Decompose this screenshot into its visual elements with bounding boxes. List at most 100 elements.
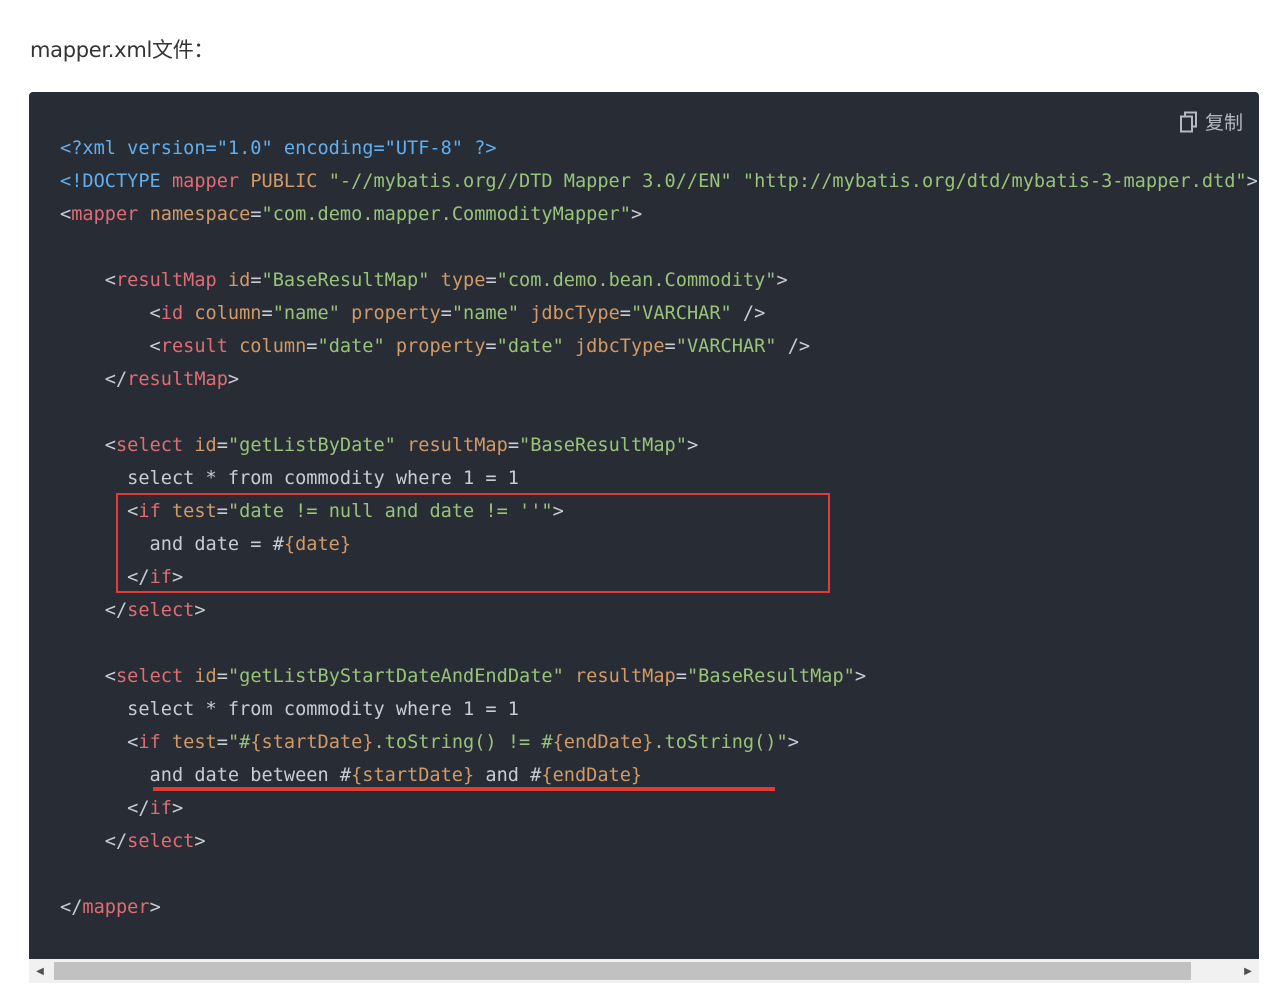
- code-token-tag: mapper: [82, 897, 150, 918]
- code-token-punct: =: [306, 336, 318, 357]
- code-token-text: and date between #: [60, 765, 352, 786]
- code-token-tag: mapper: [71, 204, 139, 225]
- code-scroll-area[interactable]: <?xml version="1.0" encoding="UTF-8" ?> <…: [29, 92, 1259, 959]
- copy-button[interactable]: 复制: [1179, 108, 1243, 135]
- code-token-punct: <: [60, 303, 161, 324]
- code-token-str: "name": [272, 303, 340, 324]
- code-token-tag: if: [138, 732, 161, 753]
- code-line: </resultMap>: [60, 363, 1258, 396]
- intro-text: mapper.xml文件：: [30, 38, 215, 62]
- code-token-str: "getListByDate": [227, 435, 396, 456]
- code-block: <?xml version="1.0" encoding="UTF-8" ?> <…: [29, 92, 1259, 959]
- code-token-str: "name": [451, 303, 520, 324]
- code-token-str: "VARCHAR": [675, 336, 777, 357]
- code-content: <?xml version="1.0" encoding="UTF-8" ?> <…: [60, 132, 1258, 924]
- code-token-tag: mapper: [171, 171, 240, 192]
- code-line: and date between #{startDate} and #{endD…: [60, 759, 1258, 792]
- code-line: <if test="#{startDate}.toString() != #{e…: [60, 726, 1258, 759]
- code-token-expr: {endDate}: [541, 765, 643, 786]
- code-token-str: "VARCHAR": [630, 303, 732, 324]
- code-token-tag: select: [127, 831, 195, 852]
- code-token-expr: {date}: [283, 534, 352, 555]
- code-token-str: "com.demo.bean.Commodity": [496, 270, 777, 291]
- code-line: <select id="getListByDate" resultMap="Ba…: [60, 429, 1258, 462]
- code-line: </if>: [60, 561, 1258, 594]
- scroll-left-arrow-icon[interactable]: ◀: [29, 959, 51, 983]
- code-token-punct: />: [731, 303, 766, 324]
- scrollbar-thumb[interactable]: [54, 962, 1191, 980]
- code-token-str: "date != null and date != ''": [227, 501, 553, 522]
- code-line: <if test="date != null and date != ''">: [60, 495, 1258, 528]
- code-token-attr: PUBLIC: [239, 171, 329, 192]
- code-token-str: .toString()": [653, 732, 788, 753]
- code-token-punct: =: [664, 336, 676, 357]
- code-token-str: "date": [317, 336, 385, 357]
- code-token-punct: =: [216, 435, 228, 456]
- code-token-punct: >: [149, 897, 161, 918]
- code-line: ​: [60, 627, 1258, 660]
- code-token-punct: <: [60, 732, 139, 753]
- code-line: ​: [60, 231, 1258, 264]
- code-line: </mapper>: [60, 891, 1258, 924]
- code-token-tag: select: [115, 666, 184, 687]
- code-token-expr: {endDate}: [552, 732, 654, 753]
- code-token-punct: </: [60, 600, 128, 621]
- code-line: <id column="name" property="name" jdbcTy…: [60, 297, 1258, 330]
- code-token-punct: >: [227, 369, 240, 390]
- code-token-attr: property: [339, 303, 441, 324]
- code-token-tag: result: [160, 336, 228, 357]
- code-token-punct: >: [194, 831, 206, 852]
- code-token-tag: if: [149, 798, 172, 819]
- code-token-attr: namespace: [138, 204, 251, 225]
- code-token-str: "getListByStartDateAndEndDate": [227, 666, 564, 687]
- horizontal-scrollbar[interactable]: ◀ ▶: [29, 959, 1259, 983]
- code-token-expr: {startDate}: [250, 732, 374, 753]
- code-line: <result column="date" property="date" jd…: [60, 330, 1258, 363]
- code-token-attr: jdbcType: [563, 336, 665, 357]
- code-line: select * from commodity where 1 = 1: [60, 693, 1258, 726]
- code-token-tag: if: [138, 501, 161, 522]
- code-line: ​: [60, 396, 1258, 429]
- code-line: select * from commodity where 1 = 1: [60, 462, 1258, 495]
- code-token-text: and #: [474, 765, 542, 786]
- code-token-punct: </: [60, 567, 150, 588]
- code-token-attr: column: [227, 336, 307, 357]
- code-token-attr: id: [183, 666, 217, 687]
- code-token-str: "BaseResultMap": [519, 435, 687, 456]
- code-token-punct: =: [485, 270, 497, 291]
- code-token-punct: =: [675, 666, 687, 687]
- code-token-str: "com.demo.mapper.CommodityMapper": [261, 204, 631, 225]
- code-token-punct: =: [619, 303, 631, 324]
- code-token-punct: =: [216, 501, 228, 522]
- copy-button-label: 复制: [1204, 112, 1243, 134]
- code-token-punct: =: [507, 435, 520, 456]
- copy-icon: [1179, 111, 1199, 133]
- code-token-punct: >: [787, 732, 799, 753]
- code-token-tag: select: [127, 600, 195, 621]
- code-token-punct: <: [60, 204, 72, 225]
- code-token-str: "date": [496, 336, 564, 357]
- code-token-decl: <!DOCTYPE: [60, 171, 172, 192]
- code-token-punct: >: [686, 435, 699, 456]
- scroll-right-arrow-icon[interactable]: ▶: [1237, 959, 1259, 983]
- code-token-punct: =: [216, 666, 228, 687]
- code-token-expr: {startDate}: [351, 765, 475, 786]
- code-token-str: "BaseResultMap": [261, 270, 430, 291]
- code-token-punct: <: [60, 666, 116, 687]
- code-token-punct: =: [485, 336, 497, 357]
- code-token-decl: <?xml version="1.0" encoding="UTF-8" ?>: [60, 138, 497, 159]
- code-token-tag: resultMap: [115, 270, 217, 291]
- code-token-tag: id: [160, 303, 184, 324]
- code-line: <mapper namespace="com.demo.mapper.Commo…: [60, 198, 1258, 231]
- code-line: </select>: [60, 594, 1258, 627]
- code-token-punct: <: [60, 501, 139, 522]
- code-token-attr: column: [183, 303, 262, 324]
- code-token-attr: id: [216, 270, 251, 291]
- code-token-punct: =: [261, 303, 273, 324]
- code-token-attr: id: [183, 435, 217, 456]
- code-token-punct: <: [60, 336, 161, 357]
- code-token-attr: property: [384, 336, 486, 357]
- code-token-text: select * from commodity where 1 = 1: [60, 468, 519, 489]
- code-token-punct: =: [250, 204, 262, 225]
- code-line: </if>: [60, 792, 1258, 825]
